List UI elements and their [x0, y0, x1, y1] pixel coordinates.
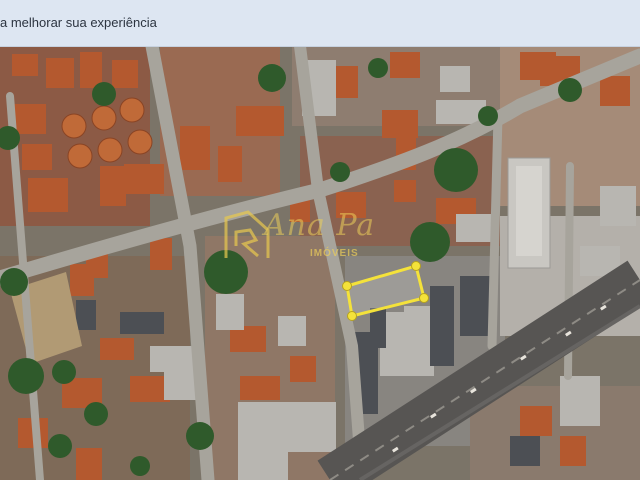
cookie-banner: a melhorar sua experiência	[0, 0, 640, 47]
satellite-map[interactable]: Ana Pa IMÓVEIS	[0, 46, 640, 480]
cookie-banner-text: a melhorar sua experiência	[0, 15, 157, 30]
satellite-imagery	[0, 46, 640, 480]
